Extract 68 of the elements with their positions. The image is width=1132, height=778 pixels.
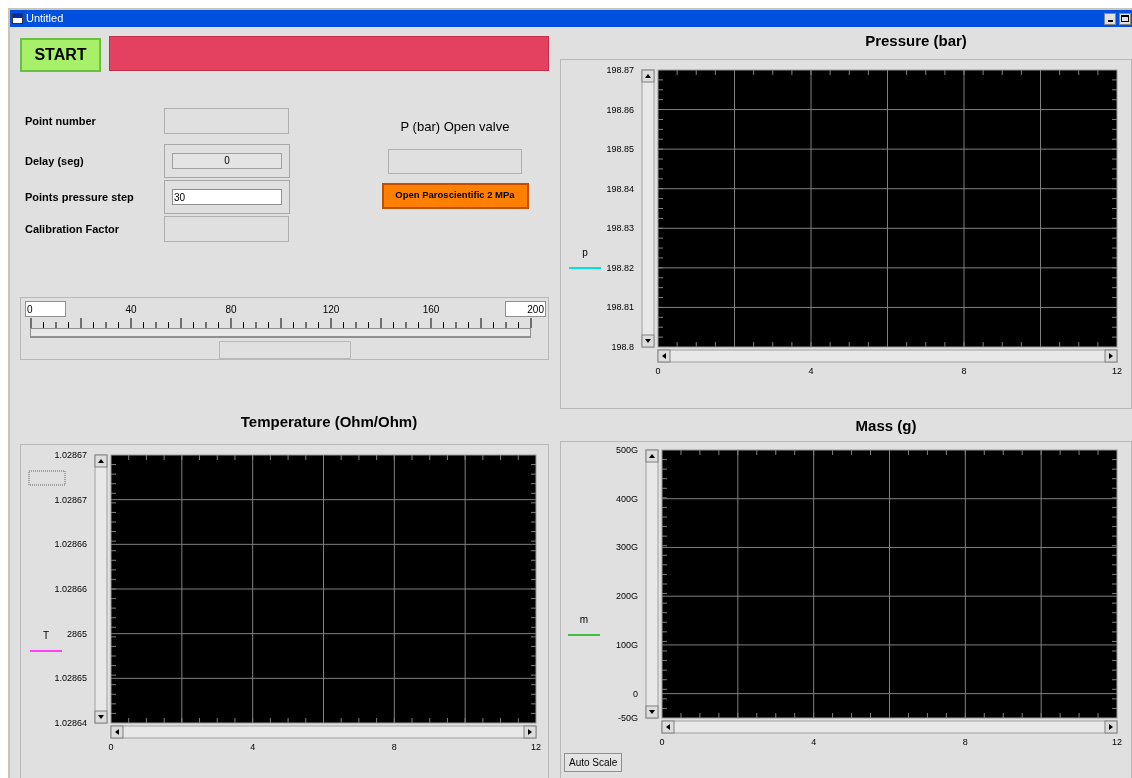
field-label: Points pressure step xyxy=(25,189,135,205)
x-axis-label: 4 xyxy=(250,741,256,752)
y-axis-label: 0 xyxy=(633,688,638,699)
dotted-frame xyxy=(28,470,66,485)
window-icon xyxy=(12,13,23,24)
slider-max-field[interactable]: 200 xyxy=(505,301,546,317)
field-label: Calibration Factor xyxy=(25,221,121,237)
valve-heading: P (bar) Open valve xyxy=(400,118,510,136)
y-axis-label: 198.81 xyxy=(606,301,634,312)
x-axis-label: 8 xyxy=(961,365,967,376)
horizontal-scrollbar[interactable] xyxy=(657,349,1118,362)
y-axis-label: 198.86 xyxy=(606,104,634,115)
y-axis-label: 500G xyxy=(615,445,638,455)
x-axis-label: 8 xyxy=(962,737,968,747)
open-valve-button[interactable]: Open Paroscientific 2 MPa xyxy=(381,182,529,209)
window-title: Untitled xyxy=(26,13,65,24)
x-axis-label: 12 xyxy=(1112,737,1122,747)
field-label: Delay (seg) xyxy=(25,153,85,169)
y-axis-label: 200G xyxy=(615,591,638,602)
y-axis-label: 2865 xyxy=(66,628,87,639)
y-axis-label: -50G xyxy=(618,713,638,723)
x-axis-label: 4 xyxy=(808,365,814,376)
maximize-button[interactable] xyxy=(1119,12,1131,25)
y-axis-label: 1.02867 xyxy=(54,449,87,460)
legend-label: p xyxy=(582,246,588,258)
field-label: Point number xyxy=(25,113,97,129)
minimize-button[interactable] xyxy=(1104,12,1116,25)
x-axis-label: 4 xyxy=(811,737,817,747)
y-axis-label: 1.02867 xyxy=(54,494,87,505)
y-axis-label: 1.02866 xyxy=(54,583,87,594)
scale-label: 160 xyxy=(422,304,440,315)
slider-track[interactable] xyxy=(30,328,531,338)
auto-scale-button[interactable]: Auto Scale xyxy=(564,753,623,772)
y-axis-label: 198.87 xyxy=(606,64,634,75)
y-axis-label: 400G xyxy=(615,493,638,504)
horizontal-scrollbar[interactable] xyxy=(661,720,1118,734)
scale-label: 80 xyxy=(225,304,237,315)
y-axis-label: 198.82 xyxy=(606,262,634,273)
x-axis-label: 8 xyxy=(391,741,397,752)
chart-title: Mass (g) xyxy=(855,415,917,436)
scale-label: 40 xyxy=(125,304,137,315)
y-axis-label: 300G xyxy=(615,542,638,553)
vertical-scrollbar[interactable] xyxy=(645,449,659,719)
x-axis-label: 0 xyxy=(655,365,661,376)
y-axis-label: 1.02866 xyxy=(54,538,87,549)
chart-title: Pressure (bar) xyxy=(865,31,967,51)
y-axis-label: 1.02864 xyxy=(54,717,87,728)
y-axis-label: 198.83 xyxy=(606,222,634,233)
chart-title: Temperature (Ohm/Ohm) xyxy=(240,412,418,432)
y-axis-label: 100G xyxy=(615,639,638,650)
legend-label: T xyxy=(42,629,50,641)
numeric-display: 0 xyxy=(172,153,282,169)
horizontal-scrollbar[interactable] xyxy=(110,725,537,738)
slider-min-field[interactable]: 0 xyxy=(25,301,66,317)
y-axis-label: 198.85 xyxy=(606,143,634,154)
x-axis-label: 0 xyxy=(108,741,114,752)
y-axis-label: 1.02865 xyxy=(54,672,87,683)
legend-label: m xyxy=(579,614,589,625)
input-field[interactable]: 30 xyxy=(172,189,282,205)
x-axis-label: 12 xyxy=(531,741,541,752)
x-axis-label: 12 xyxy=(1112,365,1122,376)
y-axis-label: 198.8 xyxy=(611,341,634,352)
vertical-scrollbar[interactable] xyxy=(94,454,108,723)
start-button[interactable]: START xyxy=(20,38,101,72)
x-axis-label: 0 xyxy=(659,737,665,747)
vertical-scrollbar[interactable] xyxy=(641,69,655,347)
scale-label: 120 xyxy=(322,304,340,315)
y-axis-label: 198.84 xyxy=(606,183,634,194)
